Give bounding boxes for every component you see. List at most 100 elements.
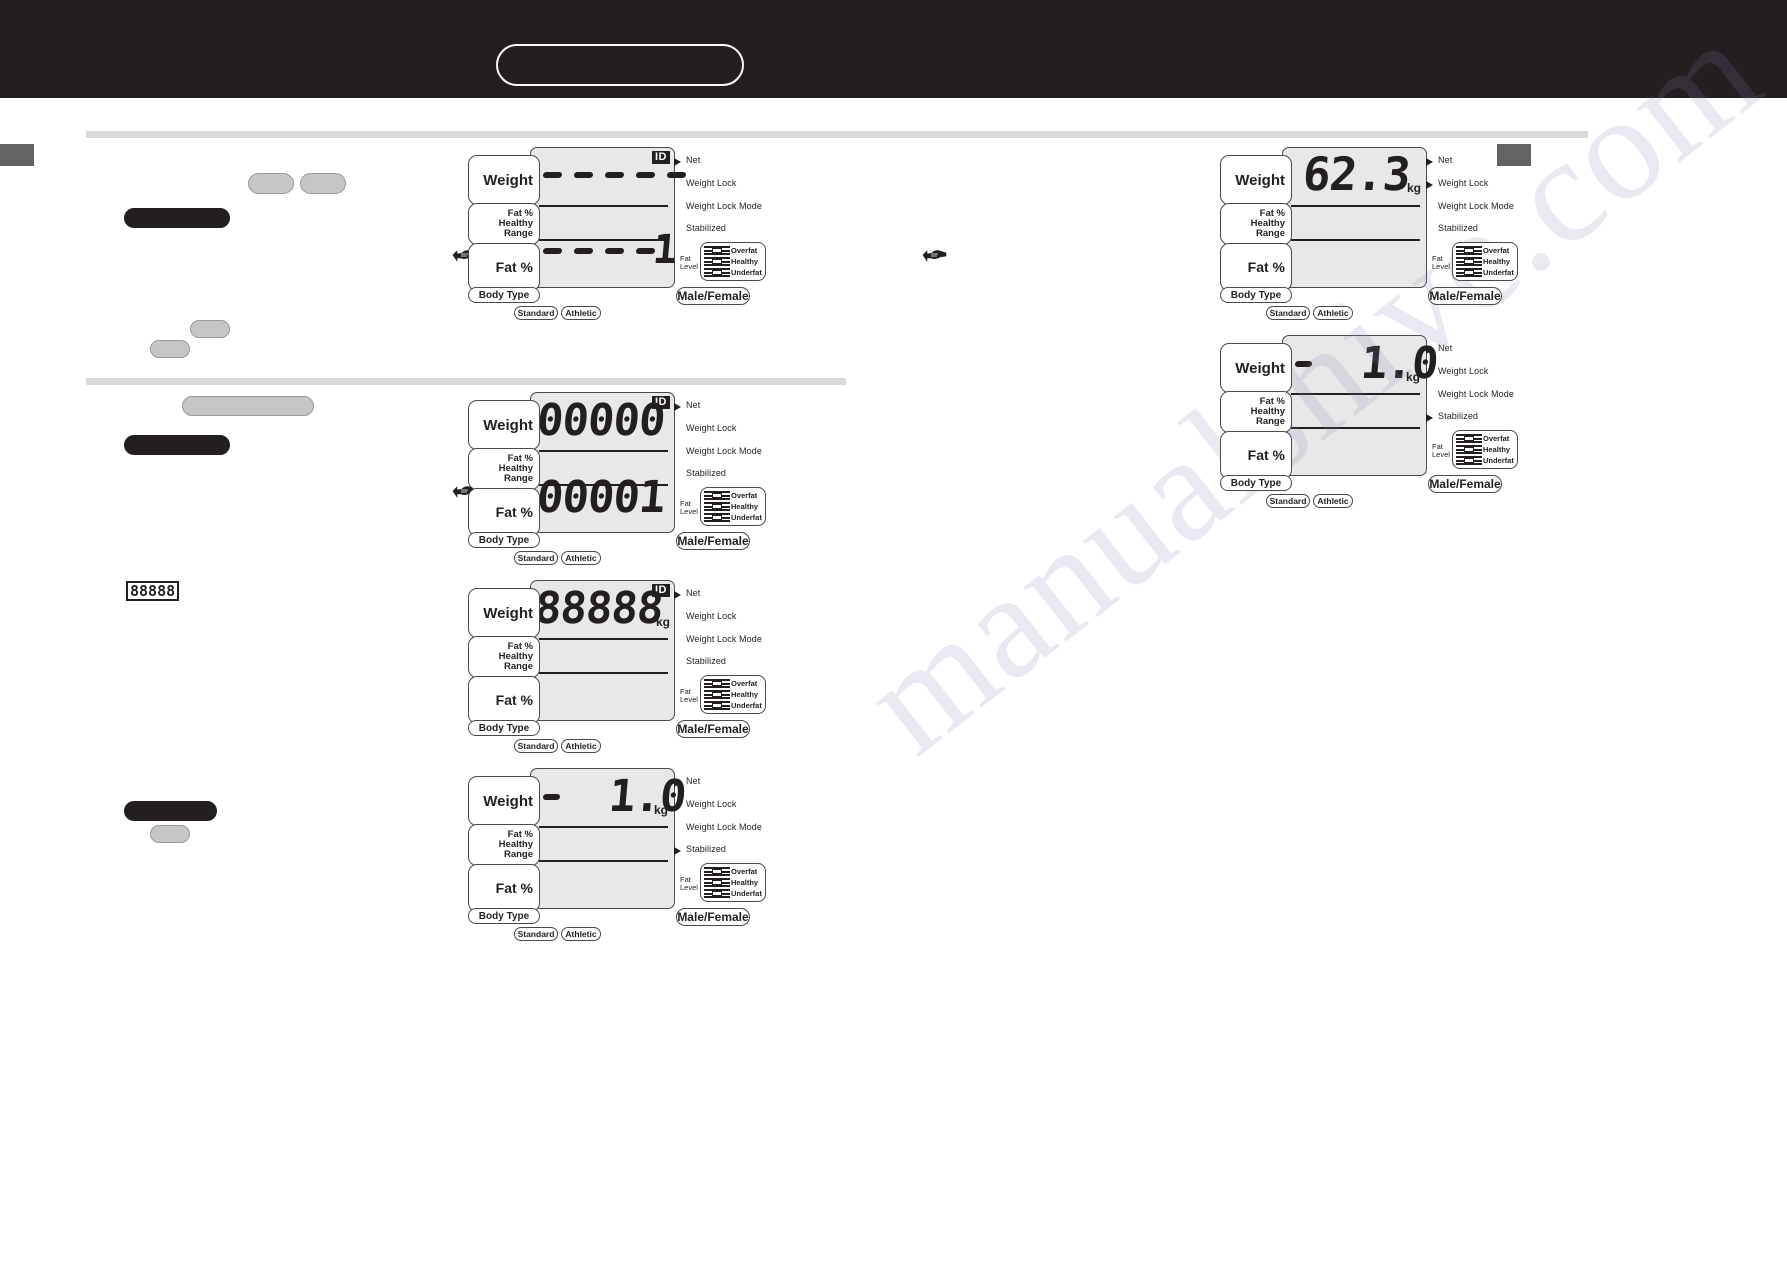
- lcd-tab-weight: Weight: [468, 588, 540, 638]
- section-rule-left-1: [86, 131, 846, 138]
- fat-level-underfat: Underfat: [704, 700, 762, 711]
- page-edge-tab-right: [1497, 144, 1531, 166]
- lcd-tab-healthy-range: Fat % Healthy Range: [1220, 391, 1292, 433]
- fat-level-underfat: Underfat: [704, 267, 762, 278]
- indicator-net: Net: [686, 155, 701, 165]
- lcd-chip-standard: Standard: [514, 739, 558, 753]
- heading-bar-3: [124, 801, 217, 821]
- fat-level-underfat: Underfat: [1456, 267, 1514, 278]
- lcd-tab-healthy-range: Fat % Healthy Range: [1220, 203, 1292, 245]
- weight-minus-sign: [1294, 361, 1313, 367]
- indicator-net: Net: [1438, 155, 1453, 165]
- page-header: [0, 0, 1787, 98]
- lcd-tab-body-type: Body Type: [468, 720, 540, 736]
- lcd-tab-healthy-range: Fat % Healthy Range: [468, 448, 540, 490]
- fat-level-indicator: Fat Level Overfat Healthy Underfat: [1432, 430, 1518, 474]
- weight-minus-sign: [542, 794, 561, 800]
- indicator-weight-lock: Weight Lock: [686, 178, 737, 188]
- weight-digit-display: 00000: [534, 395, 667, 446]
- fat-level-healthy: Healthy: [704, 689, 762, 700]
- fat-level-indicator: Fat Level Overfat Healthy Underfat: [680, 242, 766, 286]
- lcd-chip-male-female: Male/Female: [676, 532, 750, 550]
- lcd-chip-standard: Standard: [514, 927, 558, 941]
- lcd-divider: [1291, 205, 1420, 207]
- manual-page: 88888 ID 1 Weight Fat % Healthy Range Fa…: [0, 0, 1787, 1263]
- lcd-tab-weight: Weight: [1220, 343, 1292, 393]
- arrow-net-indicator: [1426, 158, 1433, 166]
- lcd-tab-fat-pct: Fat %: [1220, 431, 1292, 479]
- lcd-chip-athletic: Athletic: [561, 927, 601, 941]
- healthy-range-line2: Healthy Range: [1250, 406, 1285, 427]
- lcd-chip-male-female: Male/Female: [676, 720, 750, 738]
- lcd-tab-fat-pct: Fat %: [468, 864, 540, 912]
- arrow-net-indicator: [674, 591, 681, 599]
- indicator-net: Net: [1438, 343, 1453, 353]
- arrow-stabilized-indicator: [674, 847, 681, 855]
- lcd-divider: [539, 205, 668, 207]
- lcd-screen: ID 1: [530, 147, 687, 288]
- fat-level-healthy: Healthy: [704, 877, 762, 888]
- indicator-net: Net: [686, 400, 701, 410]
- fat-level-healthy: Healthy: [1456, 256, 1514, 267]
- indicator-stabilized: Stabilized: [686, 223, 727, 233]
- lcd-divider: [1291, 239, 1420, 241]
- lcd-chip-athletic: Athletic: [1313, 306, 1353, 320]
- indicator-stabilized: Stabilized: [1438, 411, 1479, 421]
- lcd-tab-weight: Weight: [468, 400, 540, 450]
- id-badge: ID: [652, 151, 670, 164]
- heading-bar-2: [124, 435, 230, 455]
- fat-level-line2: Level: [680, 507, 698, 516]
- indicator-weight-lock-mode: Weight Lock Mode: [1438, 389, 1514, 399]
- healthy-range-line2: Healthy Range: [498, 839, 533, 860]
- lcd-tab-weight: Weight: [468, 776, 540, 826]
- lcd-panel-minus-1-0-right: 1.0 kg Weight Fat % Healthy Range Fat % …: [1220, 335, 1518, 508]
- lcd-tab-fat-pct: Fat %: [1220, 243, 1292, 291]
- lcd-panel-minus-1-0-left: 1.0 kg Weight Fat % Healthy Range Fat % …: [468, 768, 766, 941]
- page-edge-tab-left: [0, 144, 34, 166]
- step-pill-a: [248, 173, 294, 194]
- fat-level-line2: Level: [680, 262, 698, 271]
- indicator-weight-lock: Weight Lock: [686, 799, 737, 809]
- lcd-chip-male-female: Male/Female: [1428, 475, 1502, 493]
- lcd-chip-athletic: Athletic: [1313, 494, 1353, 508]
- lcd-tab-body-type: Body Type: [468, 287, 540, 303]
- weight-digit-display: 88888: [532, 583, 665, 634]
- lcd-divider: [1291, 427, 1420, 429]
- weight-unit: kg: [1405, 370, 1420, 384]
- indicator-weight-lock-mode: Weight Lock Mode: [1438, 201, 1514, 211]
- arrow-net-indicator: [1426, 346, 1433, 354]
- healthy-range-line2: Healthy Range: [498, 651, 533, 672]
- lcd-divider: [539, 826, 668, 828]
- lcd-panel-dashes-1: ID 1 Weight Fat % Healthy Range Fat % Bo…: [468, 147, 766, 320]
- fat-level-indicator: Fat Level Overfat Healthy Underfat: [680, 487, 766, 531]
- lcd-chip-standard: Standard: [1266, 494, 1310, 508]
- fat-level-healthy: Healthy: [704, 256, 762, 267]
- fat-level-indicator: Fat Level Overfat Healthy Underfat: [1432, 242, 1518, 286]
- section-rule-left-2: [86, 378, 846, 385]
- fat-level-line2: Level: [680, 695, 698, 704]
- lcd-tab-fat-pct: Fat %: [468, 243, 540, 291]
- weight-unit: kg: [655, 615, 670, 629]
- section-pill-wide: [182, 396, 314, 416]
- fat-level-overfat: Overfat: [1456, 433, 1514, 444]
- indicator-stabilized: Stabilized: [686, 468, 727, 478]
- healthy-range-line2: Healthy Range: [498, 463, 533, 484]
- indicator-net: Net: [686, 588, 701, 598]
- weight-unit: kg: [653, 803, 668, 817]
- arrow-weight-lock-indicator: [1426, 181, 1433, 189]
- lcd-tab-healthy-range: Fat % Healthy Range: [468, 824, 540, 866]
- weight-unit: kg: [1406, 181, 1421, 195]
- lcd-tab-body-type: Body Type: [1220, 475, 1292, 491]
- indicator-weight-lock: Weight Lock: [1438, 366, 1489, 376]
- fat-level-overfat: Overfat: [704, 866, 762, 877]
- lcd-divider: [539, 860, 668, 862]
- indicator-weight-lock-mode: Weight Lock Mode: [686, 446, 762, 456]
- fat-level-line2: Level: [1432, 450, 1450, 459]
- section-rule-right-1: [828, 131, 1588, 138]
- lcd-screen: ID 88888 kg: [530, 580, 675, 721]
- fat-level-healthy: Healthy: [704, 501, 762, 512]
- lcd-screen: ID 00000 00001: [530, 392, 675, 533]
- lcd-tab-fat-pct: Fat %: [468, 676, 540, 724]
- lcd-tab-body-type: Body Type: [468, 532, 540, 548]
- lcd-screen: 62.3 kg: [1282, 147, 1427, 288]
